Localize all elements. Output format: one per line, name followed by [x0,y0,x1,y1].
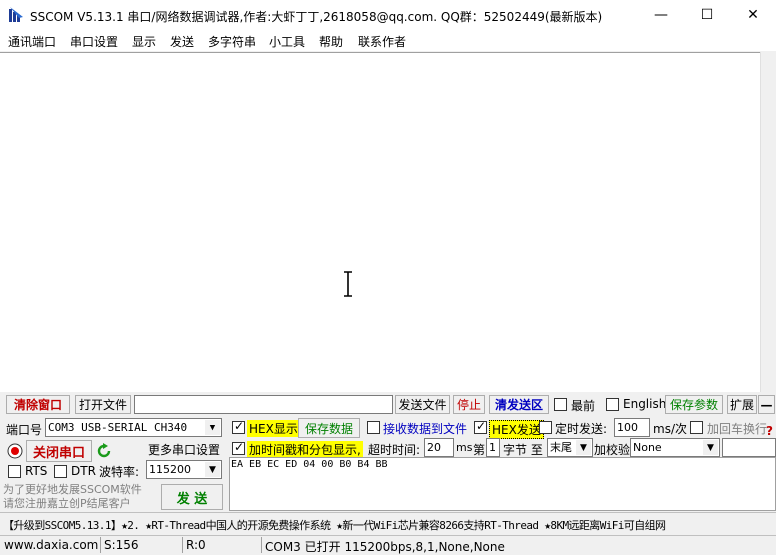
status-bar: www.daxia.com S:156 R:0 COM3 已打开 115200b… [0,535,776,554]
close-port-button[interactable]: 关闭串口 [26,440,92,462]
menu-contact-author[interactable]: 联系作者 [358,33,406,50]
checksum-extra-field[interactable] [722,438,776,457]
minimize-icon: — [654,7,668,23]
menu-help[interactable]: 帮助 [319,33,343,50]
text-cursor-icon [344,271,352,297]
recv-to-file-checkbox[interactable] [367,421,380,434]
title-bar: SSCOM V5.13.1 串口/网络数据调试器,作者:大虾丁丁,2618058… [0,0,776,30]
send-data-text: EA EB EC ED 04 00 B0 B4 BB [231,459,388,470]
save-params-button[interactable]: 保存参数 [665,395,723,414]
baud-label: 波特率: [99,465,140,479]
chevron-down-icon: ▼ [703,440,718,455]
checksum-select-value: None [633,441,662,454]
menu-send[interactable]: 发送 [170,33,194,50]
timestamp-label: 加时间戳和分包显示, [247,441,363,458]
app-icon [9,7,23,22]
receive-scrollbar[interactable] [760,52,776,392]
toolbar: 清除窗口 打开文件 发送文件 停止 清发送区 最前 English 保存参数 扩… [0,393,776,415]
chevron-down-icon: ▼ [576,440,591,455]
chevron-down-icon: ▼ [205,420,220,435]
nth-label: 第 [473,443,486,457]
receive-area[interactable] [0,52,760,392]
rts-label: RTS [25,464,48,478]
english-label: English [623,397,667,411]
port-select[interactable]: COM3 USB-SERIAL CH340 ▼ [45,418,222,437]
help-icon[interactable]: ? [766,424,773,438]
timed-send-label: 定时发送: [555,422,608,436]
chevron-down-icon: ▼ [205,462,220,477]
timeout-input[interactable]: 20 [424,438,454,457]
refresh-icon[interactable] [96,443,112,459]
send-area[interactable]: EA EB EC ED 04 00 B0 B4 BB [229,457,776,511]
status-divider [261,537,262,553]
status-divider [100,537,101,553]
clear-send-button[interactable]: 清发送区 [489,395,549,414]
checksum-select[interactable]: None ▼ [630,438,720,457]
website-link[interactable]: www.daxia.com [4,538,98,552]
timestamp-checkbox[interactable] [232,440,245,455]
minimize-button[interactable]: — [638,0,684,30]
byte-to-label: 字节 至 [503,443,543,457]
menu-comm-port[interactable]: 通讯端口 [8,33,56,50]
maximize-icon: ☐ [700,7,714,23]
sent-count: S:156 [104,538,139,552]
send-button[interactable]: 发 送 [161,484,223,510]
hex-display-checkbox[interactable] [232,419,245,434]
timeout-label: 超时时间: [368,443,421,457]
received-count: R:0 [186,538,206,552]
close-button[interactable]: ✕ [730,0,776,30]
end-select[interactable]: 末尾 ▼ [547,438,593,457]
more-serial-settings-button[interactable]: 更多串口设置 [146,440,222,458]
send-file-button[interactable]: 发送文件 [395,395,450,414]
menu-tools[interactable]: 小工具 [269,33,305,50]
baud-select-value: 115200 [149,463,191,476]
timeout-unit: ms [456,441,473,454]
ticker-text[interactable]: 【升级到SSCOM5.13.1】★2. ★RT-Thread中国人的开源免费操作… [3,517,666,533]
open-file-button[interactable]: 打开文件 [75,395,131,414]
topmost-label: 最前 [571,399,596,413]
interval-unit: ms/次 [653,422,687,436]
nth-input[interactable]: 1 [486,438,500,457]
hex-send-label: HEX发送 [489,420,544,439]
collapse-button[interactable]: — [758,395,775,414]
english-checkbox[interactable] [606,398,619,411]
dtr-label: DTR [71,464,96,478]
interval-input[interactable]: 100 [614,418,650,437]
topmost-checkbox[interactable] [554,398,567,411]
dtr-checkbox[interactable] [54,465,67,478]
clear-window-button[interactable]: 清除窗口 [6,395,70,414]
port-status-icon [7,443,23,459]
expand-button[interactable]: 扩展 [727,395,757,414]
port-select-value: COM3 USB-SERIAL CH340 [48,421,188,434]
close-icon: ✕ [747,7,759,23]
checksum-label: 加校验 [594,443,631,457]
news-ticker: 【升级到SSCOM5.13.1】★2. ★RT-Thread中国人的开源免费操作… [0,512,776,534]
hex-display-label: HEX显示 [247,420,300,437]
hex-send-checkbox[interactable] [474,419,487,434]
menu-display[interactable]: 显示 [132,33,156,50]
menu-serial-settings[interactable]: 串口设置 [70,33,118,50]
stop-button[interactable]: 停止 [453,395,485,414]
file-path-input[interactable] [134,395,393,414]
maximize-button[interactable]: ☐ [684,0,730,30]
promo-text[interactable]: 为了更好地发展SSCOM软件 请您注册嘉立创P结尾客户 [3,483,142,511]
timed-send-checkbox[interactable] [539,421,552,434]
recv-to-file-label: 接收数据到文件 [383,422,468,436]
menu-bar: 通讯端口 串口设置 显示 发送 多字符串 小工具 帮助 联系作者 [0,30,776,51]
status-divider [182,537,183,553]
append-crlf-checkbox[interactable] [690,421,703,434]
append-crlf-label: 加回车换行 [707,422,768,436]
save-data-button[interactable]: 保存数据 [298,418,360,438]
port-status-text: COM3 已打开 115200bps,8,1,None,None [265,540,505,554]
menu-multi-string[interactable]: 多字符串 [208,33,256,50]
rts-checkbox[interactable] [8,465,21,478]
window-title: SSCOM V5.13.1 串口/网络数据调试器,作者:大虾丁丁,2618058… [30,10,603,24]
baud-select[interactable]: 115200 ▼ [146,460,222,479]
port-label: 端口号 [6,423,43,437]
end-select-value: 末尾 [550,441,572,454]
